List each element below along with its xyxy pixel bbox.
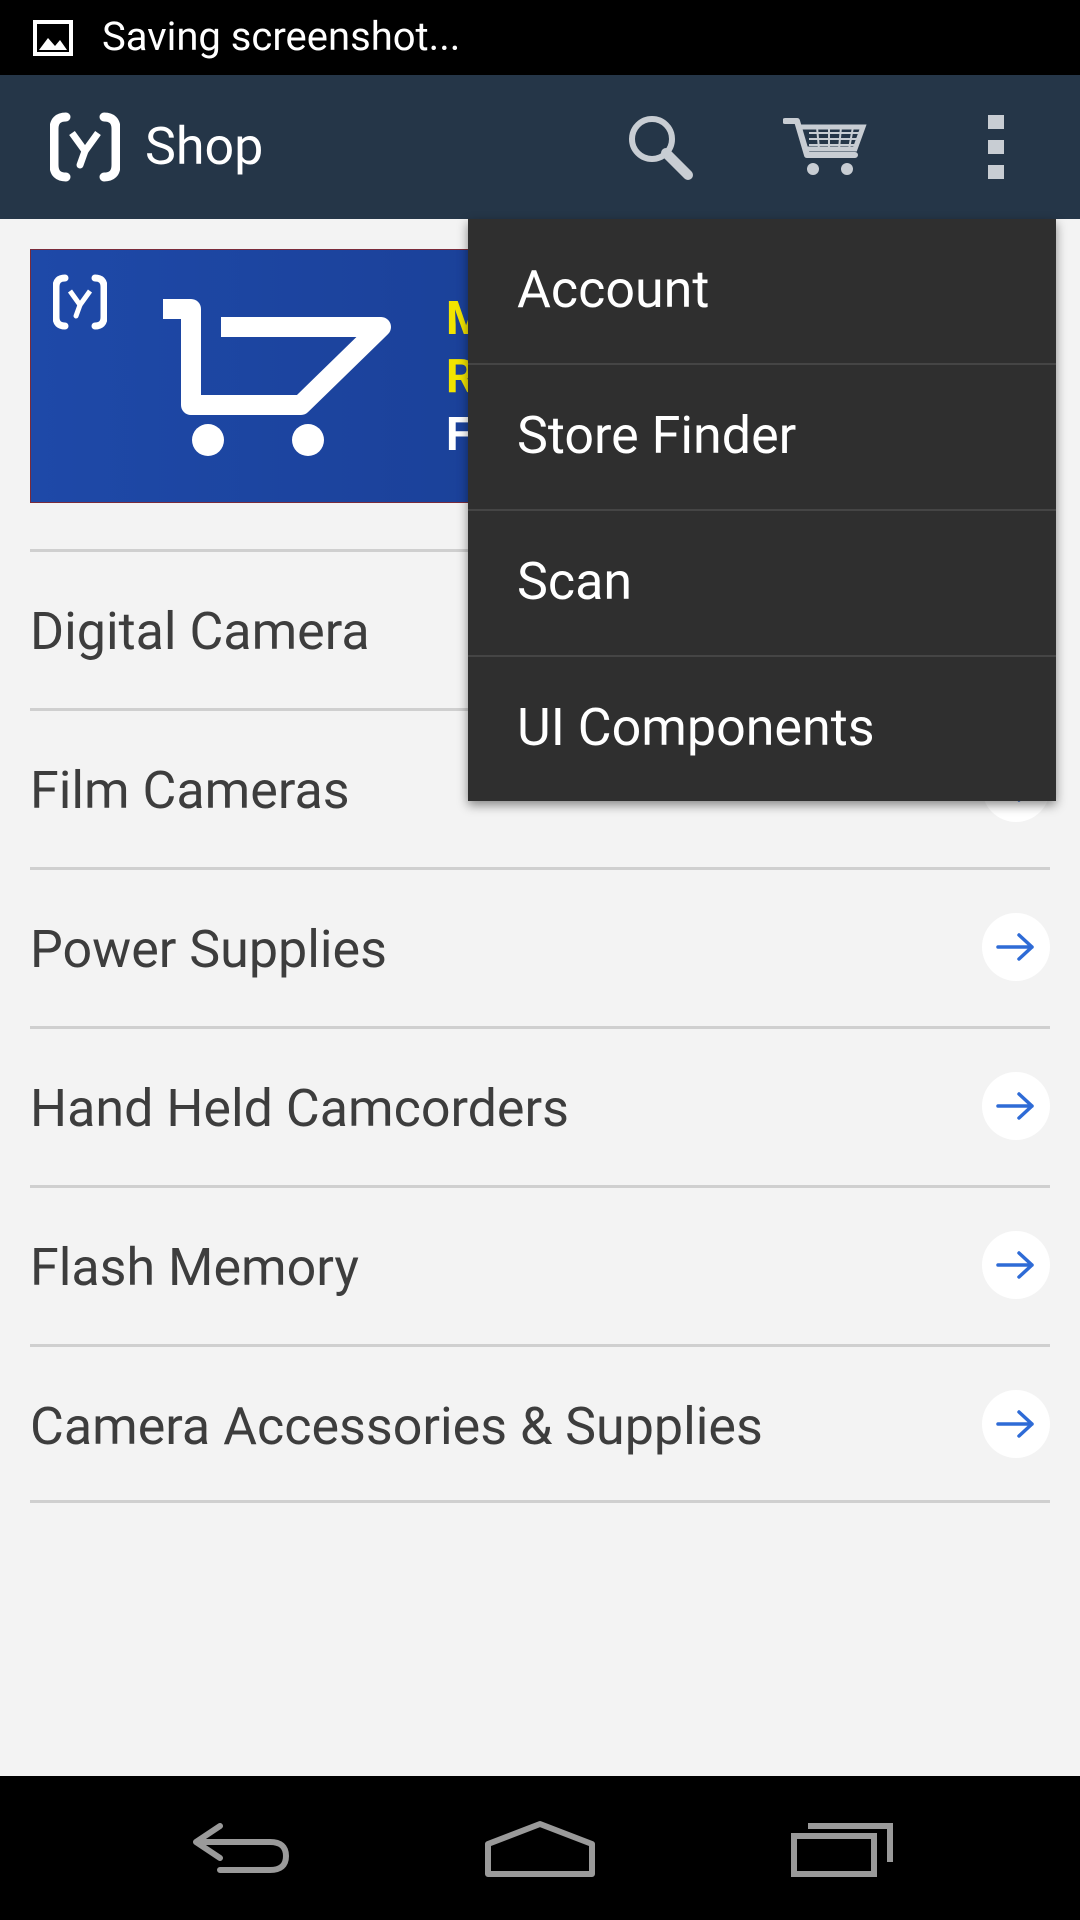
category-item[interactable]: Camera Accessories & Supplies (30, 1344, 1050, 1503)
navigation-bar (0, 1776, 1080, 1920)
banner-logo-icon (53, 274, 107, 330)
category-item[interactable]: Power Supplies (30, 867, 1050, 1026)
overflow-menu-icon (988, 115, 1004, 179)
menu-item-scan[interactable]: Scan (468, 511, 1056, 657)
menu-item-label: Account (517, 259, 710, 320)
category-item[interactable]: Flash Memory (30, 1185, 1050, 1344)
menu-item-label: Scan (517, 551, 633, 612)
category-label: Hand Held Camcorders (30, 1078, 569, 1139)
arrow-right-icon[interactable] (982, 1231, 1050, 1299)
category-label: Power Supplies (30, 919, 387, 980)
notification-text: Saving screenshot... (102, 13, 461, 60)
overflow-menu: Account Store Finder Scan UI Components (468, 219, 1056, 801)
cart-button[interactable] (775, 97, 875, 197)
category-item[interactable]: Hand Held Camcorders (30, 1026, 1050, 1185)
arrow-right-icon[interactable] (982, 1390, 1050, 1458)
search-button[interactable] (610, 97, 710, 197)
category-label: Camera Accessories & Supplies (30, 1396, 763, 1457)
arrow-right-icon[interactable] (982, 913, 1050, 981)
category-label: Film Cameras (30, 760, 350, 821)
image-icon (33, 20, 73, 56)
app-logo-icon[interactable] (50, 111, 120, 183)
category-label: Flash Memory (30, 1237, 359, 1298)
cart-icon (783, 118, 867, 175)
app-title: Shop (145, 116, 264, 177)
menu-item-store-finder[interactable]: Store Finder (468, 365, 1056, 511)
category-label: Digital Camera (30, 601, 370, 662)
recents-icon (791, 1823, 893, 1877)
search-icon (629, 116, 693, 180)
status-bar: Saving screenshot... (0, 0, 1080, 75)
home-icon (485, 1821, 595, 1877)
back-button[interactable] (170, 1798, 310, 1898)
menu-item-account[interactable]: Account (468, 219, 1056, 365)
menu-item-label: Store Finder (517, 405, 797, 466)
menu-item-label: UI Components (517, 697, 875, 758)
arrow-right-icon[interactable] (982, 1072, 1050, 1140)
back-icon (193, 1823, 289, 1873)
home-button[interactable] (470, 1798, 610, 1898)
banner-cart-icon (163, 299, 391, 456)
overflow-menu-button[interactable] (946, 97, 1046, 197)
recents-button[interactable] (772, 1798, 912, 1898)
action-bar: Shop (0, 75, 1080, 219)
menu-item-ui-components[interactable]: UI Components (468, 657, 1056, 803)
